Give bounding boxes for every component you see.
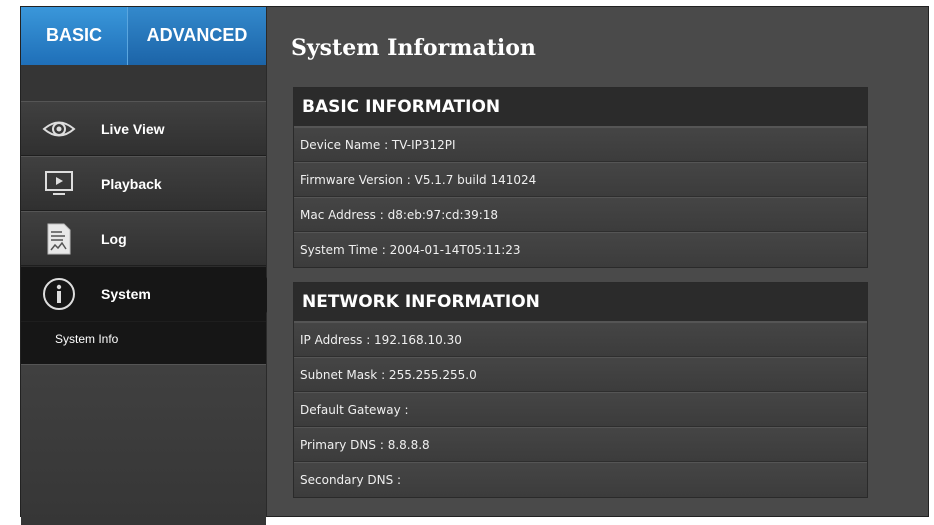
network-information-panel: NETWORK INFORMATION IP Address : 192.168… (293, 282, 868, 498)
basic-information-panel: BASIC INFORMATION Device Name : TV-IP312… (293, 87, 868, 268)
info-row-secondary-dns: Secondary DNS : (294, 462, 867, 497)
log-document-icon (37, 219, 81, 259)
info-row-ip-address: IP Address : 192.168.10.30 (294, 322, 867, 357)
info-row-firmware: Firmware Version : V5.1.7 build 141024 (294, 162, 867, 197)
tab-basic[interactable]: BASIC (21, 7, 127, 77)
sidebar-item-system[interactable]: System (21, 266, 278, 322)
main-content: System Information BASIC INFORMATION Dev… (267, 7, 928, 516)
mode-tabs: BASIC ADVANCED (21, 7, 266, 77)
sidebar-menu: Live View Playback Log System System Inf… (21, 101, 278, 525)
info-row-mac-address: Mac Address : d8:eb:97:cd:39:18 (294, 197, 867, 232)
sidebar-item-live-view[interactable]: Live View (21, 101, 266, 156)
info-icon (37, 274, 81, 314)
sidebar-item-label: Live View (101, 120, 165, 137)
page-title: System Information (291, 35, 536, 61)
panel-header: BASIC INFORMATION (294, 88, 867, 127)
submenu-item-system-info[interactable]: System Info (55, 332, 118, 346)
info-row-primary-dns: Primary DNS : 8.8.8.8 (294, 427, 867, 462)
sidebar-item-label: Log (101, 230, 127, 247)
eye-icon (37, 109, 81, 149)
info-row-subnet-mask: Subnet Mask : 255.255.255.0 (294, 357, 867, 392)
info-row-system-time: System Time : 2004-01-14T05:11:23 (294, 232, 867, 267)
panel-header: NETWORK INFORMATION (294, 283, 867, 322)
sidebar-item-label: System (101, 286, 151, 302)
tab-advanced[interactable]: ADVANCED (127, 7, 266, 65)
sidebar-filler (21, 364, 266, 525)
sidebar-band (21, 65, 266, 101)
submenu: System Info (21, 322, 266, 364)
playback-monitor-icon (37, 164, 81, 204)
sidebar-item-playback[interactable]: Playback (21, 156, 266, 211)
app-frame: BASIC ADVANCED Live View Playback Log Sy… (20, 6, 929, 525)
sidebar-item-label: Playback (101, 175, 162, 192)
sidebar: BASIC ADVANCED Live View Playback Log Sy… (21, 7, 278, 525)
info-row-device-name: Device Name : TV-IP312PI (294, 127, 867, 162)
sidebar-item-log[interactable]: Log (21, 211, 266, 266)
info-row-default-gateway: Default Gateway : (294, 392, 867, 427)
